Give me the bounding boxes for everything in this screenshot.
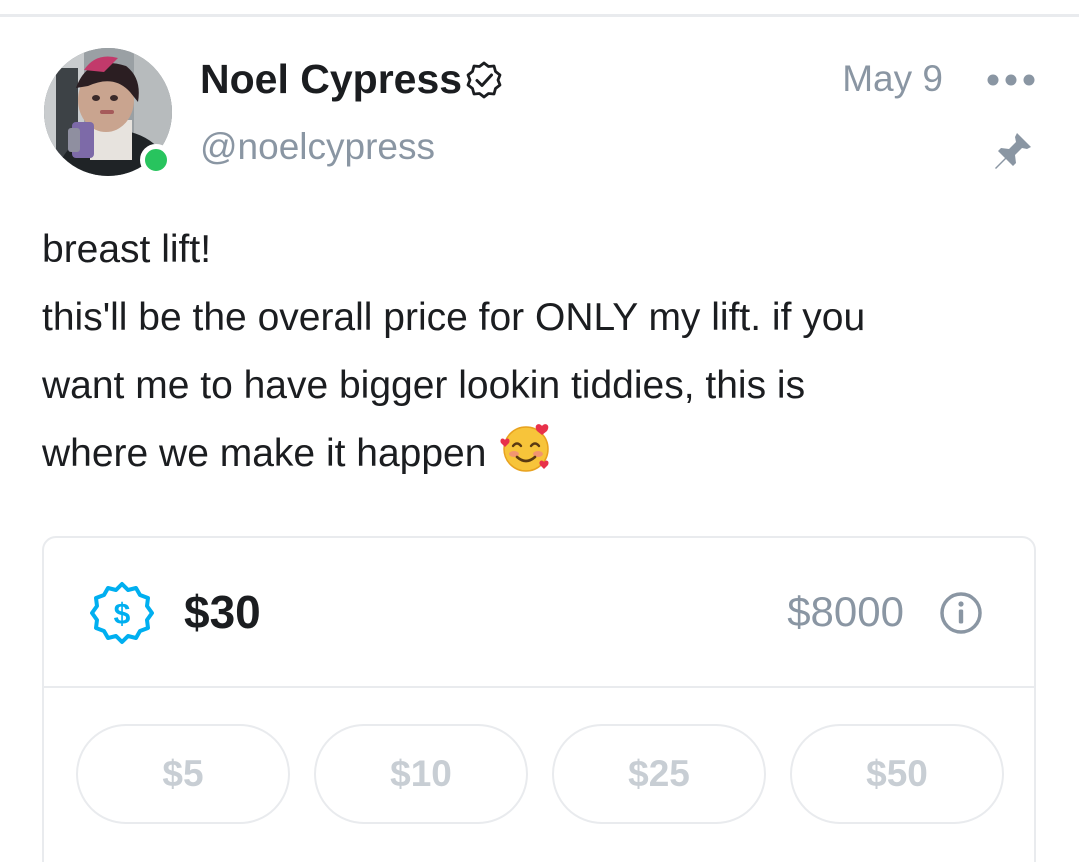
- post-text-line: where we make it happen: [42, 420, 1042, 488]
- post-date[interactable]: May 9: [842, 56, 943, 102]
- author-username[interactable]: @noelcypress: [200, 124, 435, 170]
- smiling-face-with-hearts-emoji: [500, 424, 550, 472]
- info-icon[interactable]: [938, 590, 984, 636]
- svg-text:$: $: [114, 598, 131, 631]
- tip-goal-amount: $8000: [787, 588, 904, 635]
- top-divider: [0, 14, 1079, 17]
- tip-preset-button[interactable]: $10: [314, 724, 528, 824]
- post-text: breast lift! this'll be the overall pric…: [42, 216, 1042, 488]
- post-text-line: want me to have bigger lookin tiddies, t…: [42, 364, 806, 407]
- dollar-badge-icon: $: [90, 582, 154, 644]
- tip-preset-button[interactable]: $5: [76, 724, 290, 824]
- online-status-dot: [140, 144, 172, 176]
- verified-badge-icon: [466, 61, 502, 99]
- more-options-icon[interactable]: [986, 72, 1036, 88]
- post-text-line-content: where we make it happen: [42, 432, 487, 475]
- avatar[interactable]: [44, 48, 172, 176]
- author-name-text: Noel Cypress: [200, 56, 463, 102]
- tip-goal-header: $ $30 $8000: [44, 538, 1034, 688]
- post-page: Noel Cypress @noelcypress May 9 breast l…: [0, 0, 1079, 862]
- tip-current-amount: $30: [184, 586, 261, 638]
- tip-preset-button[interactable]: $25: [552, 724, 766, 824]
- post-text-line: breast lift!: [42, 228, 212, 271]
- post-text-line: this'll be the overall price for ONLY my…: [42, 296, 866, 339]
- tip-preset-button[interactable]: $50: [790, 724, 1004, 824]
- tip-goal-card: $ $30 $8000 $5 $10 $25 $50: [42, 536, 1036, 862]
- tip-preset-group: $5 $10 $25 $50: [76, 724, 1006, 824]
- pin-icon: [995, 133, 1031, 169]
- author-display-name[interactable]: Noel Cypress: [200, 54, 504, 104]
